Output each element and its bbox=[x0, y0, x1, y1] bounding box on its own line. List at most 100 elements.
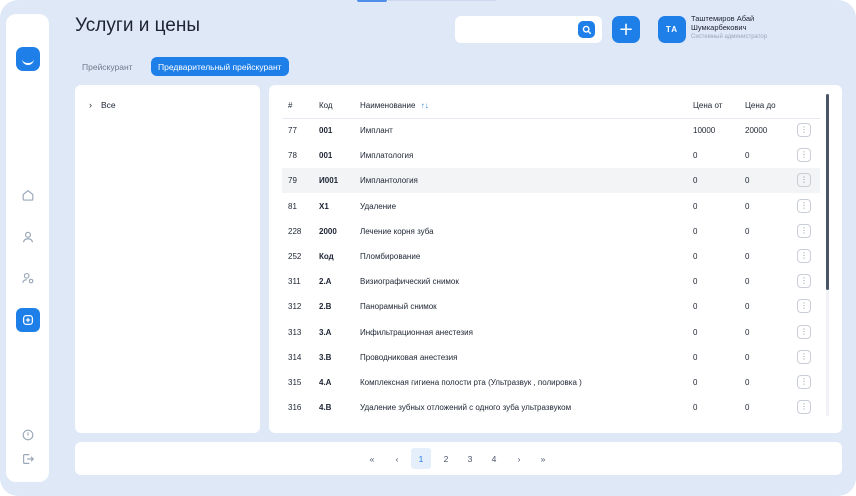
pagination: « ‹ 1 2 3 4 › » bbox=[75, 442, 842, 475]
logo-icon[interactable] bbox=[16, 47, 40, 71]
row-menu-icon[interactable]: ⋮ bbox=[797, 375, 811, 389]
cell-price-to: 0 bbox=[745, 226, 750, 236]
cell-price-to: 0 bbox=[745, 403, 750, 413]
row-menu-icon[interactable]: ⋮ bbox=[797, 349, 811, 364]
add-button[interactable]: + bbox=[612, 16, 640, 43]
row-menu-icon[interactable]: ⋮ bbox=[797, 148, 811, 163]
cell-price-from: 0 bbox=[693, 327, 698, 337]
table-row[interactable]: 78 001 Имплатология 0 0 ⋮ bbox=[282, 143, 820, 168]
table-row[interactable]: 252 Код Пломбирование 0 0 ⋮ bbox=[282, 244, 820, 269]
cell-price-from: 0 bbox=[693, 302, 698, 312]
row-menu-icon[interactable]: ⋮ bbox=[797, 299, 811, 314]
services-table: # Код Наименование ↑↓ Цена от Цена до 77… bbox=[269, 85, 842, 433]
cell-name: Комплексная гигиена полости рта (Ультраз… bbox=[360, 378, 582, 387]
table-row[interactable]: 79 И001 Имплантология 0 0 ⋮ bbox=[282, 168, 820, 194]
cell-number: 81 bbox=[288, 201, 297, 211]
cell-price-to: 0 bbox=[745, 378, 750, 387]
row-menu-icon[interactable]: ⋮ bbox=[797, 249, 811, 263]
category-label: Все bbox=[101, 100, 116, 110]
cell-price-from: 0 bbox=[693, 252, 698, 261]
search-input[interactable] bbox=[463, 21, 573, 38]
cell-price-to: 0 bbox=[745, 151, 750, 161]
cell-number: 78 bbox=[288, 151, 297, 161]
column-header-price-from: Цена от bbox=[693, 101, 723, 110]
top-indicator bbox=[357, 0, 387, 2]
cell-name: Инфильтрационная анестезия bbox=[360, 327, 473, 337]
cell-price-to: 20000 bbox=[745, 126, 768, 135]
cell-price-to: 0 bbox=[745, 277, 750, 287]
cell-name: Пломбирование bbox=[360, 252, 421, 261]
sort-icon[interactable]: ↑↓ bbox=[421, 101, 429, 110]
tab-preliminary-price-list[interactable]: Предварительный прейскурант bbox=[151, 57, 289, 76]
row-menu-icon[interactable]: ⋮ bbox=[797, 223, 811, 238]
page-button-3[interactable]: 3 bbox=[460, 448, 480, 469]
cell-code: 4.A bbox=[319, 378, 332, 387]
table-row[interactable]: 315 4.A Комплексная гигиена полости рта (У… bbox=[282, 370, 820, 395]
info-icon[interactable] bbox=[16, 423, 40, 447]
cell-number: 314 bbox=[288, 352, 302, 362]
cell-price-to: 0 bbox=[745, 176, 750, 186]
first-page-button[interactable]: « bbox=[362, 448, 382, 469]
table-row[interactable]: 81 X1 Удаление 0 0 ⋮ bbox=[282, 194, 820, 219]
page-button-4[interactable]: 4 bbox=[484, 448, 504, 469]
cell-number: 312 bbox=[288, 302, 302, 312]
cell-code: 3.B bbox=[319, 352, 332, 362]
cell-number: 228 bbox=[288, 226, 302, 236]
last-page-button[interactable]: » bbox=[533, 448, 553, 469]
logout-icon[interactable] bbox=[16, 447, 40, 471]
cell-code: 001 bbox=[319, 151, 333, 161]
cell-number: 313 bbox=[288, 327, 302, 337]
table-row[interactable]: 316 4.B Удаление зубных отложений с одного… bbox=[282, 395, 820, 420]
cell-code: 2.A bbox=[319, 277, 332, 287]
row-menu-icon[interactable]: ⋮ bbox=[797, 198, 811, 213]
top-indicator-track bbox=[388, 0, 496, 1]
next-page-button[interactable]: › bbox=[509, 448, 529, 469]
cell-price-from: 0 bbox=[693, 403, 698, 413]
avatar[interactable]: ТА bbox=[658, 16, 686, 43]
table-row[interactable]: 313 3.A Инфильтрационная анестезия 0 0 ⋮ bbox=[282, 320, 820, 345]
chevron-right-icon: › bbox=[89, 100, 92, 110]
scrollbar[interactable] bbox=[826, 94, 829, 416]
page-button-2[interactable]: 2 bbox=[436, 448, 456, 469]
cell-code: 3.A bbox=[319, 327, 332, 337]
page-button-1[interactable]: 1 bbox=[411, 448, 431, 469]
table-row[interactable]: 228 2000 Лечение корня зуба 0 0 ⋮ bbox=[282, 219, 820, 244]
cell-name: Проводниковая анестезия bbox=[360, 352, 458, 362]
cell-name: Имплатология bbox=[360, 151, 414, 161]
user-icon[interactable] bbox=[16, 225, 40, 249]
cell-price-from: 0 bbox=[693, 277, 698, 287]
cell-price-from: 0 bbox=[693, 176, 698, 186]
cell-code: 001 bbox=[319, 126, 333, 135]
tab-price-list[interactable]: Прейскурант bbox=[75, 57, 140, 76]
cell-number: 316 bbox=[288, 403, 302, 413]
table-row[interactable]: 77 001 Имплант 10000 20000 ⋮ bbox=[282, 118, 820, 143]
row-menu-icon[interactable]: ⋮ bbox=[797, 173, 811, 188]
cell-code: 2000 bbox=[319, 226, 337, 236]
cell-number: 79 bbox=[288, 176, 297, 186]
column-header-name[interactable]: Наименование ↑↓ bbox=[360, 101, 429, 110]
cell-price-to: 0 bbox=[745, 302, 750, 312]
table-row[interactable]: 311 2.A Визиографический снимок 0 0 ⋮ bbox=[282, 269, 820, 294]
scrollbar-thumb[interactable] bbox=[826, 94, 829, 290]
cell-code: И001 bbox=[319, 176, 339, 186]
category-item-all[interactable]: › Все bbox=[89, 100, 116, 110]
search-box[interactable] bbox=[455, 16, 602, 43]
prev-page-button[interactable]: ‹ bbox=[387, 448, 407, 469]
cell-code: Код bbox=[319, 252, 334, 261]
cell-name: Лечение корня зуба bbox=[360, 226, 434, 236]
column-header-price-to: Цена до bbox=[745, 101, 776, 110]
cell-name: Удаление bbox=[360, 201, 397, 211]
home-icon[interactable] bbox=[16, 183, 40, 207]
users-settings-icon[interactable] bbox=[16, 266, 40, 290]
table-row[interactable]: 314 3.B Проводниковая анестезия 0 0 ⋮ bbox=[282, 345, 820, 370]
row-menu-icon[interactable]: ⋮ bbox=[797, 274, 811, 289]
row-menu-icon[interactable]: ⋮ bbox=[797, 324, 811, 339]
row-menu-icon[interactable]: ⋮ bbox=[797, 400, 811, 415]
cell-price-from: 0 bbox=[693, 352, 698, 362]
services-icon[interactable] bbox=[16, 308, 40, 332]
row-menu-icon[interactable]: ⋮ bbox=[797, 123, 811, 137]
table-row[interactable]: 312 2.B Панорамный снимок 0 0 ⋮ bbox=[282, 294, 820, 319]
search-icon[interactable] bbox=[578, 21, 595, 38]
cell-price-to: 0 bbox=[745, 327, 750, 337]
cell-name: Имплантология bbox=[360, 176, 418, 186]
